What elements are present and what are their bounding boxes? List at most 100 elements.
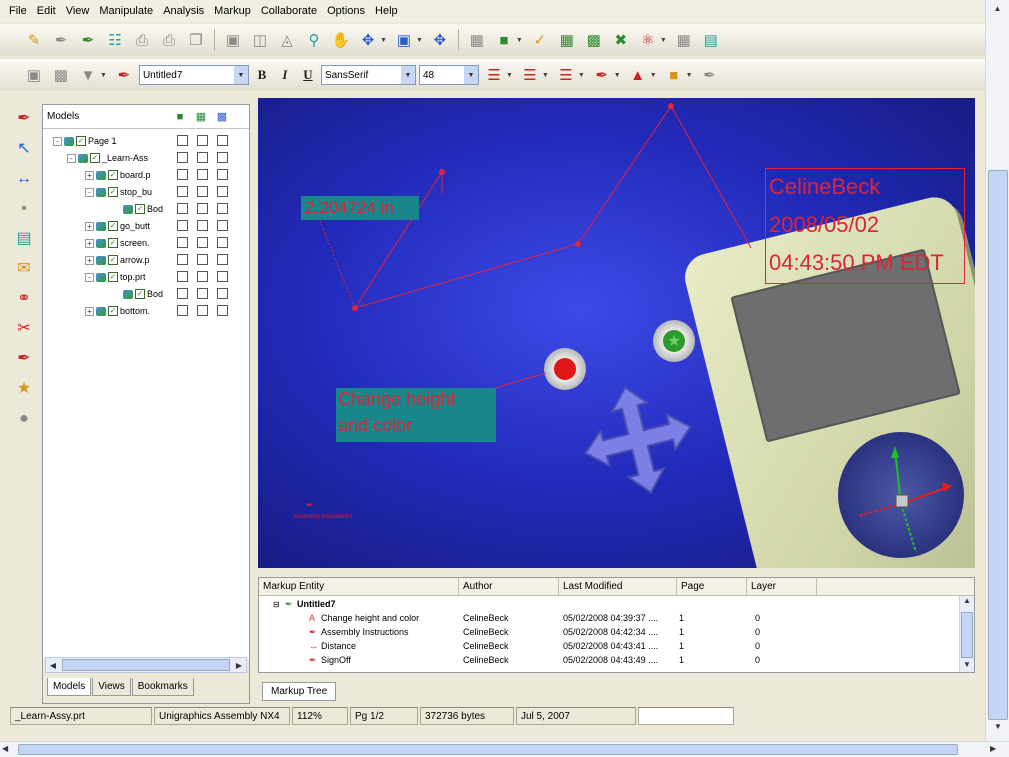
markup-row[interactable]: A Change height and color CelineBeck 05/…: [259, 612, 959, 624]
chevron-down-icon[interactable]: ▼: [650, 72, 657, 79]
scroll-right-icon[interactable]: ▶: [990, 744, 996, 753]
lock-icon[interactable]: ●: [9, 404, 39, 434]
line-width-icon[interactable]: ☰: [554, 63, 578, 87]
font-select[interactable]: SansSerif ▼: [320, 65, 416, 85]
tab-views[interactable]: Views: [92, 678, 131, 696]
chevron-down-icon[interactable]: ▼: [506, 72, 513, 79]
distance-label-box[interactable]: 2.204724 in: [301, 196, 419, 220]
assembly-instructions-label[interactable]: Assembly Instructions: [294, 514, 352, 520]
font-size-select[interactable]: 48 ▼: [418, 65, 479, 85]
select-arrow-icon[interactable]: ↖: [9, 134, 39, 164]
scroll-thumb[interactable]: [62, 659, 230, 671]
pen-color-icon[interactable]: ✒: [590, 63, 614, 87]
print-preview-icon[interactable]: ⎙: [157, 28, 181, 52]
axis-icon[interactable]: ⚛: [636, 28, 660, 52]
chevron-down-icon[interactable]: ▼: [686, 72, 693, 79]
column-page[interactable]: Page: [677, 578, 747, 595]
expand-icon[interactable]: +: [85, 170, 94, 180]
checkbox[interactable]: ✓: [76, 136, 86, 146]
tree-icon[interactable]: ☷: [103, 28, 127, 52]
markup-note-box[interactable]: Change height and color: [336, 388, 496, 442]
delete-icon[interactable]: ▩: [49, 63, 73, 87]
shaded-cube-icon[interactable]: ■: [492, 28, 516, 52]
tree-row[interactable]: - ✓ _Learn-Ass: [43, 150, 249, 166]
tree-row[interactable]: ✓ Bod: [43, 201, 249, 217]
markup-icon[interactable]: ✒: [112, 63, 136, 87]
markup-name-select[interactable]: Untitled7 ▼: [138, 65, 249, 85]
scroll-thumb[interactable]: [988, 170, 1008, 720]
chevron-down-icon[interactable]: ▼: [660, 37, 667, 44]
expand-icon[interactable]: +: [85, 238, 94, 248]
note-pin-icon[interactable]: ✒: [306, 500, 314, 511]
menu-options[interactable]: Options: [322, 5, 370, 17]
markup-pen-icon[interactable]: ✒: [76, 28, 100, 52]
tree-row[interactable]: + ✓ arrow.p: [43, 252, 249, 268]
cut-icon[interactable]: ✂: [9, 314, 39, 344]
line-color-icon[interactable]: ☰: [482, 63, 506, 87]
signoff-box[interactable]: CelineBeck 2008/05/02 04:43:50 PM EDT: [765, 168, 965, 284]
checkbox[interactable]: ✓: [108, 238, 118, 248]
bold-button[interactable]: B: [252, 65, 272, 85]
signoff-icon[interactable]: ✒: [9, 344, 39, 374]
markup-group-row[interactable]: ⊟ ✒ Untitled7: [259, 598, 959, 610]
scroll-right-icon[interactable]: ▶: [232, 658, 246, 672]
chevron-down-icon[interactable]: ▼: [578, 72, 585, 79]
collapse-icon[interactable]: -: [67, 153, 76, 163]
shaded-column-icon[interactable]: ▦: [192, 109, 210, 125]
transparent-column-icon[interactable]: ▩: [213, 109, 231, 125]
column-markup-entity[interactable]: Markup Entity: [259, 578, 459, 595]
collapse-icon[interactable]: -: [85, 187, 94, 197]
column-last-modified[interactable]: Last Modified: [559, 578, 677, 595]
tree-row[interactable]: - ✓ Page 1: [43, 133, 249, 149]
checkbox[interactable]: ✓: [108, 272, 118, 282]
chevron-down-icon[interactable]: ▼: [416, 37, 423, 44]
chevron-down-icon[interactable]: ▼: [400, 66, 415, 84]
comment-icon[interactable]: ▦: [465, 28, 489, 52]
menu-markup[interactable]: Markup: [209, 5, 256, 17]
point-icon[interactable]: •: [9, 194, 39, 224]
expand-icon[interactable]: +: [85, 221, 94, 231]
line-style-icon[interactable]: ☰: [518, 63, 542, 87]
section-icon[interactable]: ✖: [609, 28, 633, 52]
menu-edit[interactable]: Edit: [32, 5, 61, 17]
menu-file[interactable]: File: [4, 5, 32, 17]
collapse-icon[interactable]: -: [53, 136, 62, 146]
column-author[interactable]: Author: [459, 578, 559, 595]
chevron-down-icon[interactable]: ▼: [516, 37, 523, 44]
arrow-pad-model[interactable]: [578, 380, 698, 500]
checkbox[interactable]: ✓: [135, 289, 145, 299]
scroll-up-icon[interactable]: ▲: [960, 596, 974, 610]
tab-markup-tree[interactable]: Markup Tree: [262, 682, 337, 701]
tree-horizontal-scrollbar[interactable]: ◀ ▶: [45, 657, 247, 673]
tree-row[interactable]: ✓ Bod: [43, 286, 249, 302]
save-icon[interactable]: ▣: [22, 63, 46, 87]
tab-models[interactable]: Models: [47, 678, 92, 696]
visibility-column-icon[interactable]: ■: [171, 109, 189, 125]
dimension-icon[interactable]: ↔: [9, 164, 39, 194]
underline-button[interactable]: U: [298, 65, 318, 85]
text-box-icon[interactable]: ▤: [9, 224, 39, 254]
checkbox[interactable]: ✓: [108, 170, 118, 180]
tree-row[interactable]: + ✓ go_butt: [43, 218, 249, 234]
checkbox[interactable]: ✓: [108, 255, 118, 265]
scroll-down-icon[interactable]: ▼: [986, 722, 1009, 738]
markup-tool-icon[interactable]: ✒: [9, 104, 39, 134]
menu-manipulate[interactable]: Manipulate: [94, 5, 158, 17]
stamp-tool-icon[interactable]: ★: [9, 374, 39, 404]
checkbox[interactable]: ✓: [108, 221, 118, 231]
fit-icon[interactable]: ✥: [428, 28, 452, 52]
markup-vertical-scrollbar[interactable]: ▲ ▼: [959, 596, 974, 672]
checkbox[interactable]: ✓: [90, 153, 100, 163]
checkbox[interactable]: ✓: [108, 187, 118, 197]
chevron-down-icon[interactable]: ▼: [614, 72, 621, 79]
layout-right-icon[interactable]: ◬: [275, 28, 299, 52]
fill-icon[interactable]: ■: [662, 63, 686, 87]
tree-row[interactable]: - ✓ stop_bu: [43, 184, 249, 200]
window-horizontal-scrollbar[interactable]: ◀ ▶: [0, 741, 1009, 757]
collapse-icon[interactable]: ⊟: [273, 600, 280, 609]
explode-icon[interactable]: ▩: [582, 28, 606, 52]
checkbox[interactable]: ✓: [135, 204, 145, 214]
scroll-down-icon[interactable]: ▼: [960, 660, 974, 674]
tree-row[interactable]: + ✓ board.p: [43, 167, 249, 183]
rotate-icon[interactable]: ✥: [356, 28, 380, 52]
